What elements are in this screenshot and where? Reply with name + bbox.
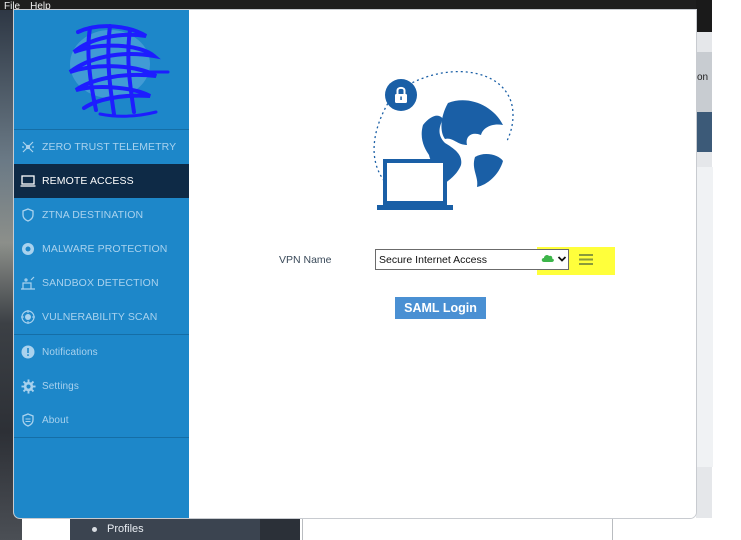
app-window: ZERO TRUST TELEMETRY REMOTE ACCESS ZTNA … — [14, 10, 696, 518]
sidebar-item-label: Notifications — [42, 346, 98, 358]
sidebar-item-label: VULNERABILITY SCAN — [42, 311, 158, 323]
sidebar-nav: ZERO TRUST TELEMETRY REMOTE ACCESS ZTNA … — [14, 129, 189, 438]
menu-bar: File Help — [0, 0, 696, 10]
profiles-label: Profiles — [107, 523, 144, 535]
sidebar-item-vulnerability-scan[interactable]: VULNERABILITY SCAN — [14, 300, 189, 334]
background-window-edge — [696, 0, 712, 32]
sidebar-item-label: About — [42, 414, 69, 426]
sidebar-item-label: REMOTE ACCESS — [42, 175, 134, 187]
background-window — [696, 32, 713, 530]
cloud-icon — [541, 254, 554, 262]
sidebar-item-label: SANDBOX DETECTION — [42, 277, 159, 289]
logo-scribble — [68, 24, 170, 118]
laptop-icon — [20, 173, 36, 189]
sidebar: ZERO TRUST TELEMETRY REMOTE ACCESS ZTNA … — [14, 10, 189, 518]
vpn-name-select[interactable]: Secure Internet Access — [375, 249, 569, 270]
vpn-name-label: VPN Name — [279, 254, 332, 266]
about-shield-icon — [20, 412, 36, 428]
sidebar-item-label: MALWARE PROTECTION — [42, 243, 168, 255]
sidebar-item-ztna-destination[interactable]: ZTNA DESTINATION — [14, 198, 189, 232]
background-window-text: on — [697, 72, 709, 83]
sidebar-item-remote-access[interactable]: REMOTE ACCESS — [14, 164, 189, 198]
saml-login-button[interactable]: SAML Login — [395, 297, 486, 319]
notification-icon — [20, 344, 36, 360]
lock-icon — [385, 79, 417, 111]
vulnerability-icon — [20, 309, 36, 325]
sidebar-item-sandbox-detection[interactable]: SANDBOX DETECTION — [14, 266, 189, 300]
profiles-item[interactable]: Profiles — [92, 523, 144, 535]
malware-icon — [20, 241, 36, 257]
menu-help[interactable]: Help — [30, 1, 51, 10]
sidebar-item-about[interactable]: About — [14, 403, 189, 437]
background-window-bottom: Profiles — [22, 518, 712, 540]
sandbox-icon — [20, 275, 36, 291]
sidebar-item-malware-protection[interactable]: MALWARE PROTECTION — [14, 232, 189, 266]
gear-icon — [20, 378, 36, 394]
laptop-illustration-icon — [377, 159, 453, 210]
sidebar-item-label: ZTNA DESTINATION — [42, 209, 144, 221]
hamburger-menu-icon[interactable] — [579, 254, 593, 265]
menu-file[interactable]: File — [4, 1, 20, 10]
sidebar-item-label: Settings — [42, 380, 79, 392]
chevron-down-icon[interactable] — [557, 255, 567, 263]
sidebar-item-zero-trust-telemetry[interactable]: ZERO TRUST TELEMETRY — [14, 130, 189, 164]
main-panel: VPN Name Secure Internet Access SAML Log… — [189, 10, 696, 518]
sidebar-item-notifications[interactable]: Notifications — [14, 335, 189, 369]
telemetry-icon — [20, 139, 36, 155]
shield-icon — [20, 207, 36, 223]
sidebar-item-label: ZERO TRUST TELEMETRY — [42, 141, 177, 153]
bullet-icon — [92, 526, 97, 532]
sidebar-item-settings[interactable]: Settings — [14, 369, 189, 403]
vpn-selected-value: Secure Internet Access — [379, 254, 487, 266]
remote-access-illustration — [373, 71, 514, 210]
